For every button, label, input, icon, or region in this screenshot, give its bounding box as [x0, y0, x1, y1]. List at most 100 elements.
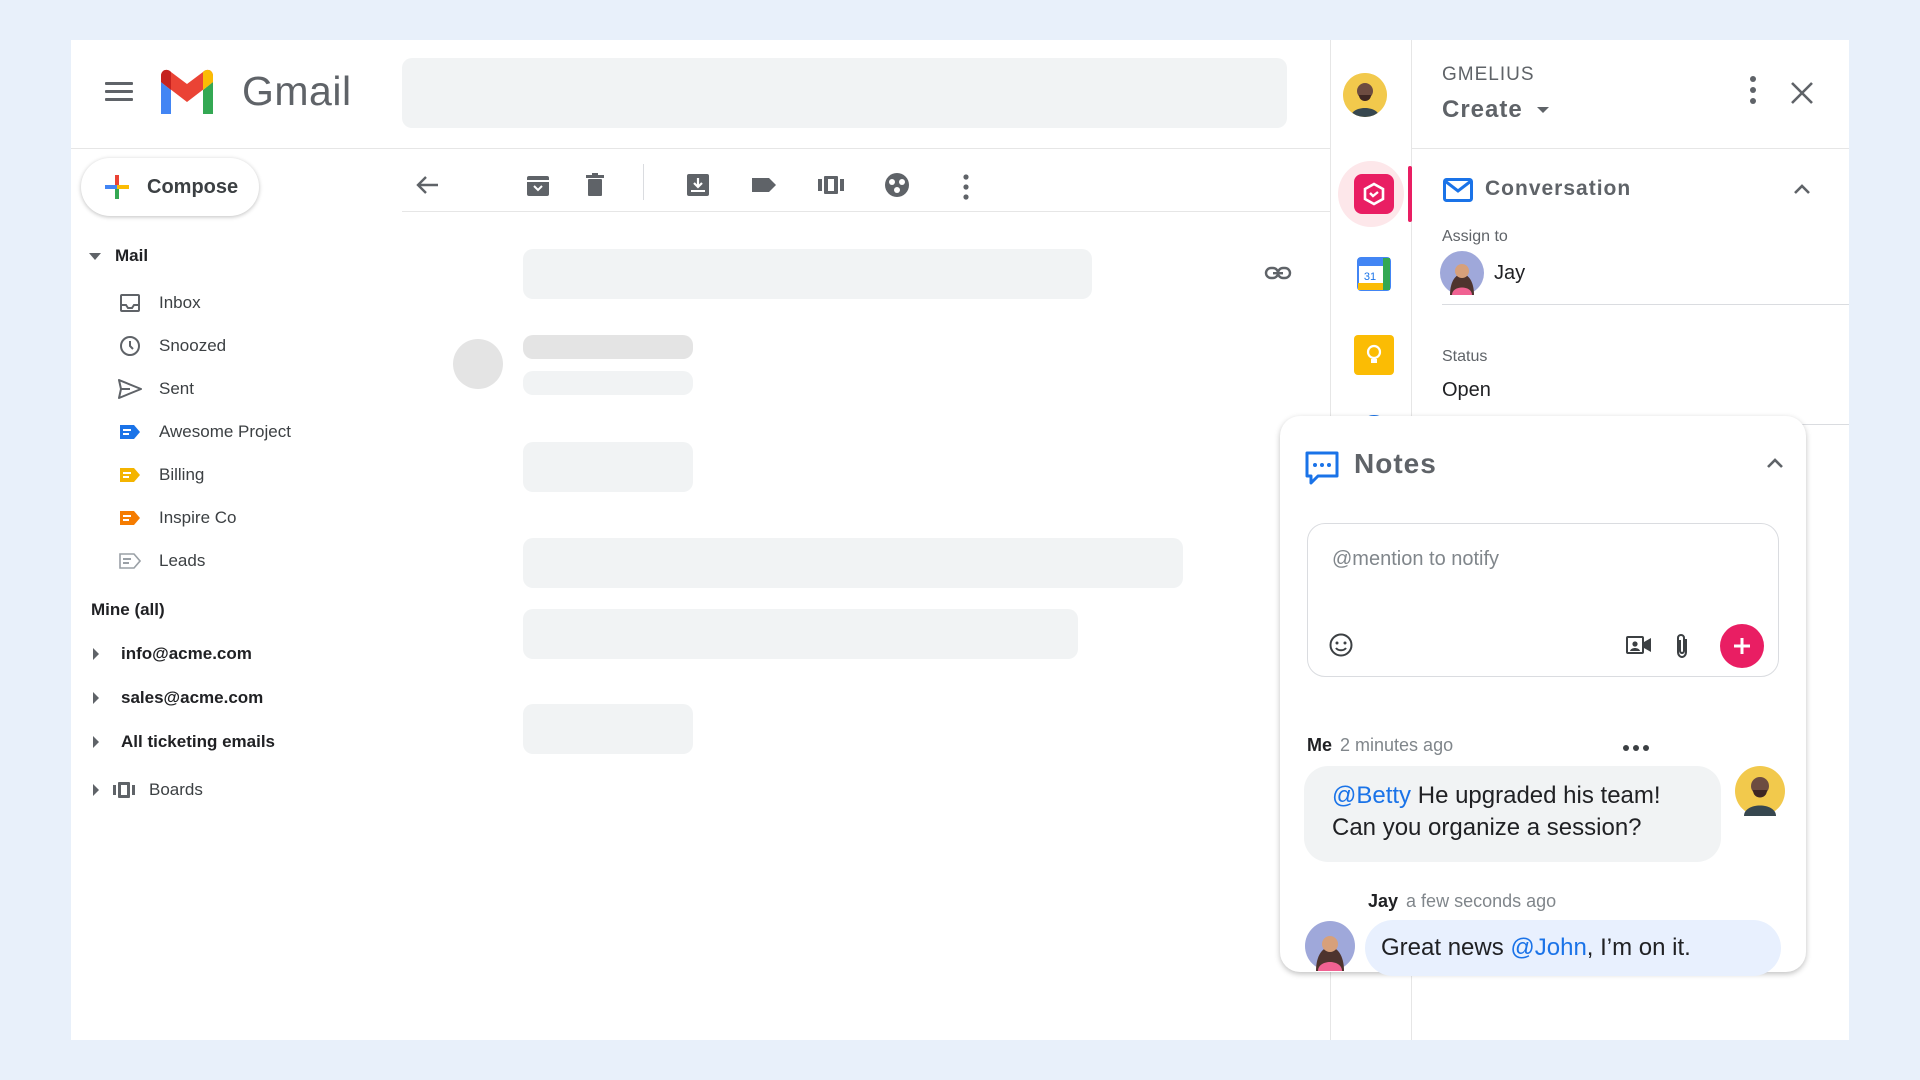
note-mention[interactable]: @John [1510, 934, 1586, 961]
create-dropdown[interactable]: Create [1442, 96, 1549, 124]
gmelius-addon-icon[interactable] [1354, 174, 1394, 214]
svg-text:31: 31 [1364, 271, 1376, 283]
sender-meta-placeholder [523, 371, 693, 395]
nav-item-snoozed[interactable]: Snoozed [117, 335, 226, 357]
nav-item-billing[interactable]: Billing [117, 464, 204, 486]
mail-section-title: Mail [115, 246, 149, 265]
calendar-icon[interactable]: 31 [1354, 254, 1394, 294]
body-line-placeholder [523, 538, 1183, 588]
board-view-icon[interactable] [816, 170, 846, 200]
app-name: Gmail [242, 68, 352, 114]
expand-icon [93, 784, 99, 796]
note-text-line: Great news @John, I’m on it. [1381, 932, 1765, 964]
caret-down-icon [1536, 107, 1549, 113]
add-note-button[interactable] [1720, 624, 1764, 668]
mail-icon [1443, 178, 1473, 202]
nav-item-label: Leads [159, 551, 206, 570]
note-text: He upgraded his team! [1411, 782, 1661, 809]
archive-icon[interactable] [523, 170, 553, 200]
note-placeholder: @mention to notify [1332, 548, 1500, 570]
note-mention[interactable]: @Betty [1332, 782, 1411, 809]
main-menu-icon[interactable] [105, 82, 133, 106]
chat-bubble-icon [1305, 451, 1339, 485]
toolbar-separator [643, 164, 644, 200]
conversation-title: Conversation [1485, 177, 1632, 200]
inbox-icon [117, 292, 143, 314]
compose-label: Compose [147, 175, 239, 198]
sender-name-placeholder [523, 335, 693, 359]
apps-palette-icon[interactable] [882, 170, 912, 200]
close-icon[interactable] [1787, 78, 1817, 108]
body-line-placeholder [523, 442, 693, 492]
more-horiz-icon[interactable] [1620, 738, 1652, 758]
account-label: sales@acme.com [121, 688, 264, 707]
note-input[interactable]: @mention to notify [1307, 523, 1779, 677]
note-text: , I’m on it. [1586, 934, 1691, 961]
subject-placeholder [523, 249, 1092, 299]
keep-icon[interactable] [1354, 335, 1394, 375]
status-label: Status [1442, 348, 1488, 365]
note-bubble: Great news @John, I’m on it. [1365, 920, 1781, 976]
link-icon[interactable] [1263, 258, 1293, 288]
nav-item-label: Billing [159, 465, 205, 484]
nav-item-label: Snoozed [159, 336, 227, 355]
clock-icon [117, 335, 143, 357]
account-item-info[interactable]: info@acme.com [93, 644, 252, 664]
status-value: Open [1442, 378, 1491, 401]
plus-icon [1734, 638, 1750, 654]
boards-icon [111, 779, 137, 801]
notes-card: Notes @mention to notify Me 2 minutes ag… [1280, 416, 1806, 976]
label-tag-icon[interactable] [749, 170, 779, 200]
nav-item-sent[interactable]: Sent [117, 378, 194, 400]
note-meta: Me 2 minutes ago [1307, 735, 1453, 756]
nav-item-boards[interactable]: Boards [93, 779, 203, 801]
nav-item-awesome-project[interactable]: Awesome Project [117, 421, 291, 443]
note-text-line: Can you organize a session? [1332, 814, 1642, 841]
collapse-icon [89, 252, 101, 260]
sender-avatar-placeholder [453, 339, 503, 389]
label-icon [117, 507, 143, 529]
chevron-up-icon[interactable] [1765, 456, 1785, 470]
gmail-logo [161, 69, 213, 114]
gmelius-brand: GMELIUS [1442, 64, 1535, 85]
panel-header-divider [1412, 148, 1849, 149]
mine-section-title: Mine (all) [91, 600, 165, 619]
search-bar[interactable] [402, 58, 1287, 128]
header-divider [71, 148, 1331, 149]
nav-item-label: Inbox [159, 293, 201, 312]
account-item-ticketing[interactable]: All ticketing emails [93, 732, 275, 752]
chevron-up-icon[interactable] [1792, 182, 1812, 196]
note-author: Jay [1368, 891, 1399, 911]
label-icon [117, 421, 143, 443]
mail-section-toggle[interactable]: Mail [89, 246, 148, 266]
account-avatar[interactable] [1343, 73, 1387, 117]
video-icon[interactable] [1626, 634, 1652, 656]
nav-item-label: Sent [159, 379, 194, 398]
status-dropdown[interactable]: Open [1442, 370, 1849, 410]
move-to-inbox-icon[interactable] [683, 170, 713, 200]
account-label: All ticketing emails [121, 732, 275, 751]
assign-dropdown[interactable]: Jay [1440, 250, 1849, 296]
toolbar-divider [402, 211, 1331, 212]
emoji-icon[interactable] [1328, 632, 1354, 658]
assignee-name: Jay [1494, 261, 1526, 284]
label-icon [117, 550, 143, 572]
jay-avatar [1305, 921, 1355, 971]
nav-item-label: Inspire Co [159, 508, 237, 527]
more-options-icon[interactable] [1748, 76, 1758, 112]
nav-item-inspire-co[interactable]: Inspire Co [117, 507, 236, 529]
create-label: Create [1442, 96, 1523, 123]
attachment-icon[interactable] [1673, 632, 1691, 660]
account-item-sales[interactable]: sales@acme.com [93, 688, 263, 708]
notes-title: Notes [1354, 448, 1437, 479]
nav-item-inbox[interactable]: Inbox [117, 292, 201, 314]
more-vert-icon[interactable] [951, 172, 981, 202]
note-text: Great news [1381, 934, 1511, 961]
back-arrow-icon[interactable] [413, 170, 443, 200]
field-divider [1442, 304, 1849, 305]
delete-icon[interactable] [580, 170, 610, 200]
nav-item-leads[interactable]: Leads [117, 550, 205, 572]
account-label: info@acme.com [121, 644, 252, 663]
label-icon [117, 464, 143, 486]
compose-button[interactable]: Compose [81, 158, 259, 216]
